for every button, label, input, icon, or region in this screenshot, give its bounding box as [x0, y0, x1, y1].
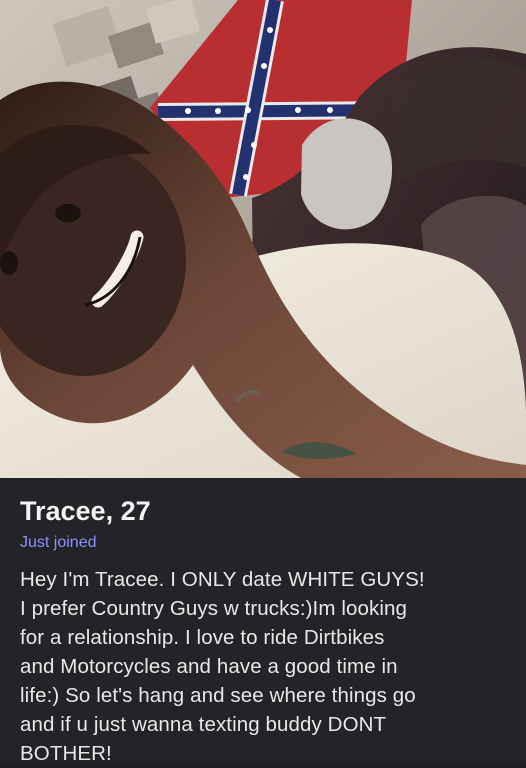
profile-status: Just joined [20, 534, 97, 551]
profile-bio: Hey I'm Tracee. I ONLY date WHITE GUYS! … [20, 568, 425, 765]
profile-card: Tracee, 27 Just joined Hey I'm Tracee. I… [0, 0, 526, 765]
profile-info: Tracee, 27 Just joined Hey I'm Tracee. I… [0, 478, 526, 765]
profile-photo[interactable] [0, 0, 526, 478]
profile-name-age: Tracee, 27 [20, 496, 151, 526]
